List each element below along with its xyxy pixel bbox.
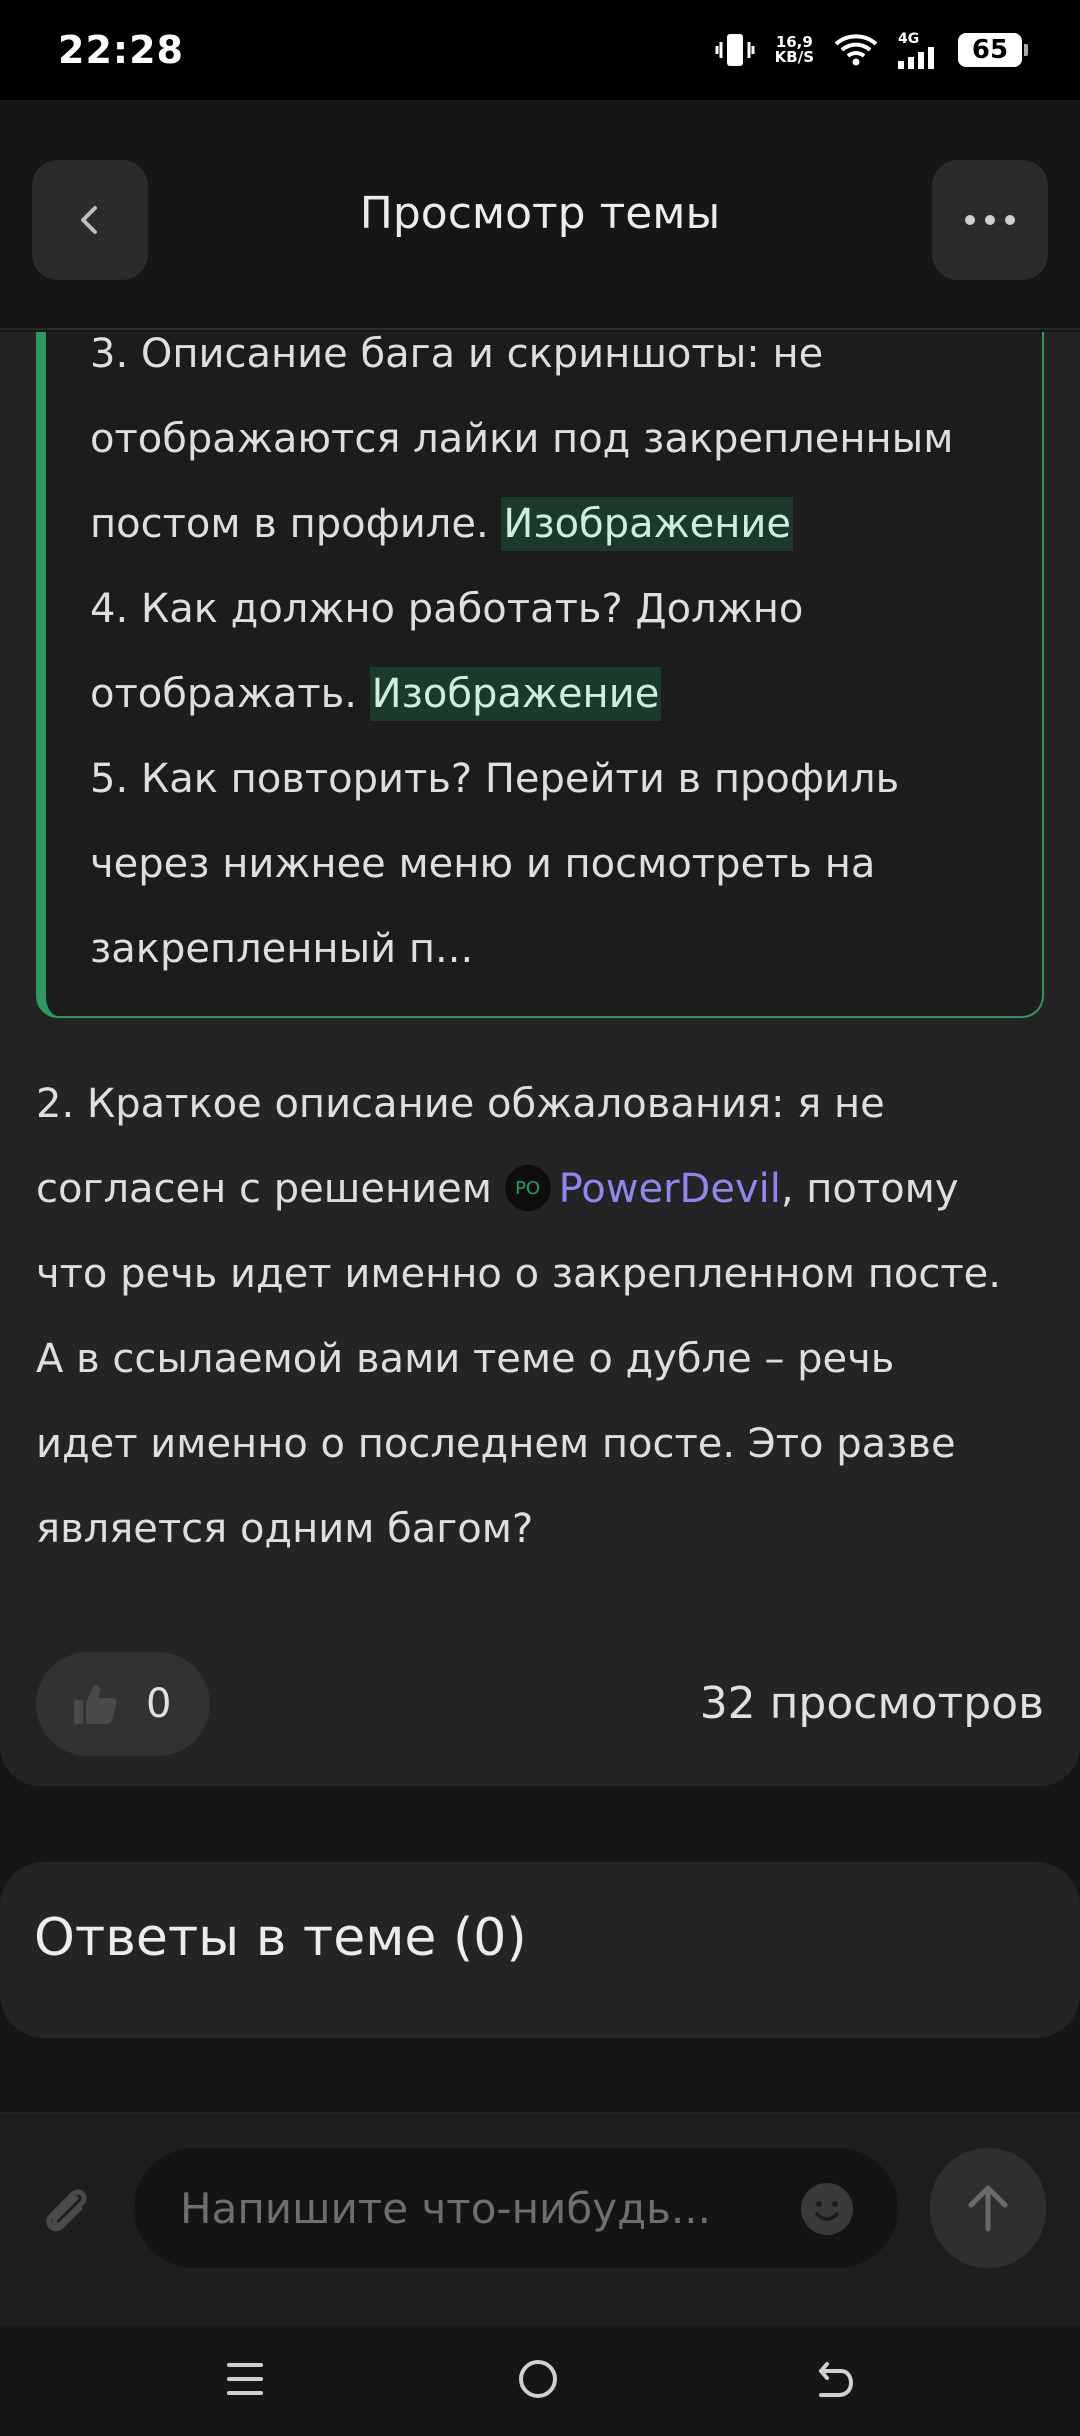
back-arrow-icon [818,2362,853,2397]
quote-line: 3. Описание бага и скриншоты: не [90,332,824,377]
like-count: 0 [146,1681,172,1727]
mention-avatar: PO [504,1165,551,1211]
more-options-button[interactable] [932,160,1048,280]
body-line: что речь идет именно о закрепленном пост… [36,1251,1001,1297]
user-mention-link[interactable]: PowerDevil [559,1166,781,1212]
post-body: 2. Краткое описание обжалования: я не со… [36,1062,1046,1572]
answers-section: Ответы в теме (0) [0,1862,1080,2038]
recent-apps-button[interactable] [225,2359,265,2403]
more-horizontal-icon [965,215,1015,225]
content-area[interactable]: 3. Описание бага и скриншоты: не отображ… [0,332,1080,2112]
wifi-icon [834,33,878,67]
quote-line: отображать. Изображение [90,652,1042,737]
message-input[interactable] [180,2183,780,2233]
post-card: 3. Описание бага и скриншоты: не отображ… [0,332,1080,1786]
views-count: 32 просмотров [699,1678,1044,1729]
back-nav-button[interactable] [811,2359,855,2403]
quote-line: 4. Как должно работать? Должно [90,586,804,632]
body-line: А в ссылаемой вами теме о дубле – речь [36,1336,895,1382]
body-line: является одним багом? [36,1506,534,1552]
answers-title: Ответы в теме (0) [34,1908,527,1968]
status-bar: 22:28 16,9 KB/S 4G 65 [0,0,1080,100]
attach-button[interactable] [36,2180,96,2244]
quote-line: постом в профиле. Изображение [90,482,1042,567]
image-link[interactable]: Изображение [369,667,662,721]
net-speed: 16,9 KB/S [774,33,814,66]
body-line: идет именно о последнем посте. Это разве [36,1421,956,1467]
smile-icon [801,2183,853,2235]
image-link[interactable]: Изображение [501,497,794,551]
system-nav-bar [0,2326,1080,2436]
menu-icon [227,2363,264,2395]
app-header: Просмотр темы [0,100,1080,330]
signal-icon: 4G [898,31,938,69]
vibrate-icon [715,32,755,68]
quoted-message[interactable]: 3. Описание бага и скриншоты: не отображ… [36,332,1044,1018]
status-time: 22:28 [58,28,184,72]
body-line: согласен с решением PO PowerDevil, потому [36,1165,959,1212]
home-circle-icon [518,2360,557,2398]
quote-line: 5. Как повторить? Перейти в профиль [90,756,900,802]
battery-icon: 65 [958,33,1028,67]
quote-line: закрепленный п... [90,926,474,972]
quote-line: отображаются лайки под закрепленным [90,416,954,462]
message-composer [0,2112,1080,2326]
arrow-up-icon [968,2185,1008,2232]
send-button[interactable] [930,2148,1046,2268]
paperclip-icon [46,2189,87,2232]
message-input-wrapper[interactable] [134,2148,898,2268]
home-button[interactable] [516,2357,560,2405]
quote-line: через нижнее меню и посмотреть на [90,841,876,887]
like-button[interactable]: 0 [36,1652,210,1756]
page-title: Просмотр темы [359,188,721,239]
emoji-button[interactable] [800,2182,854,2240]
thumbs-up-icon [74,1685,117,1724]
body-line: 2. Краткое описание обжалования: я не [36,1081,885,1127]
status-icons: 16,9 KB/S 4G 65 [715,31,1028,69]
